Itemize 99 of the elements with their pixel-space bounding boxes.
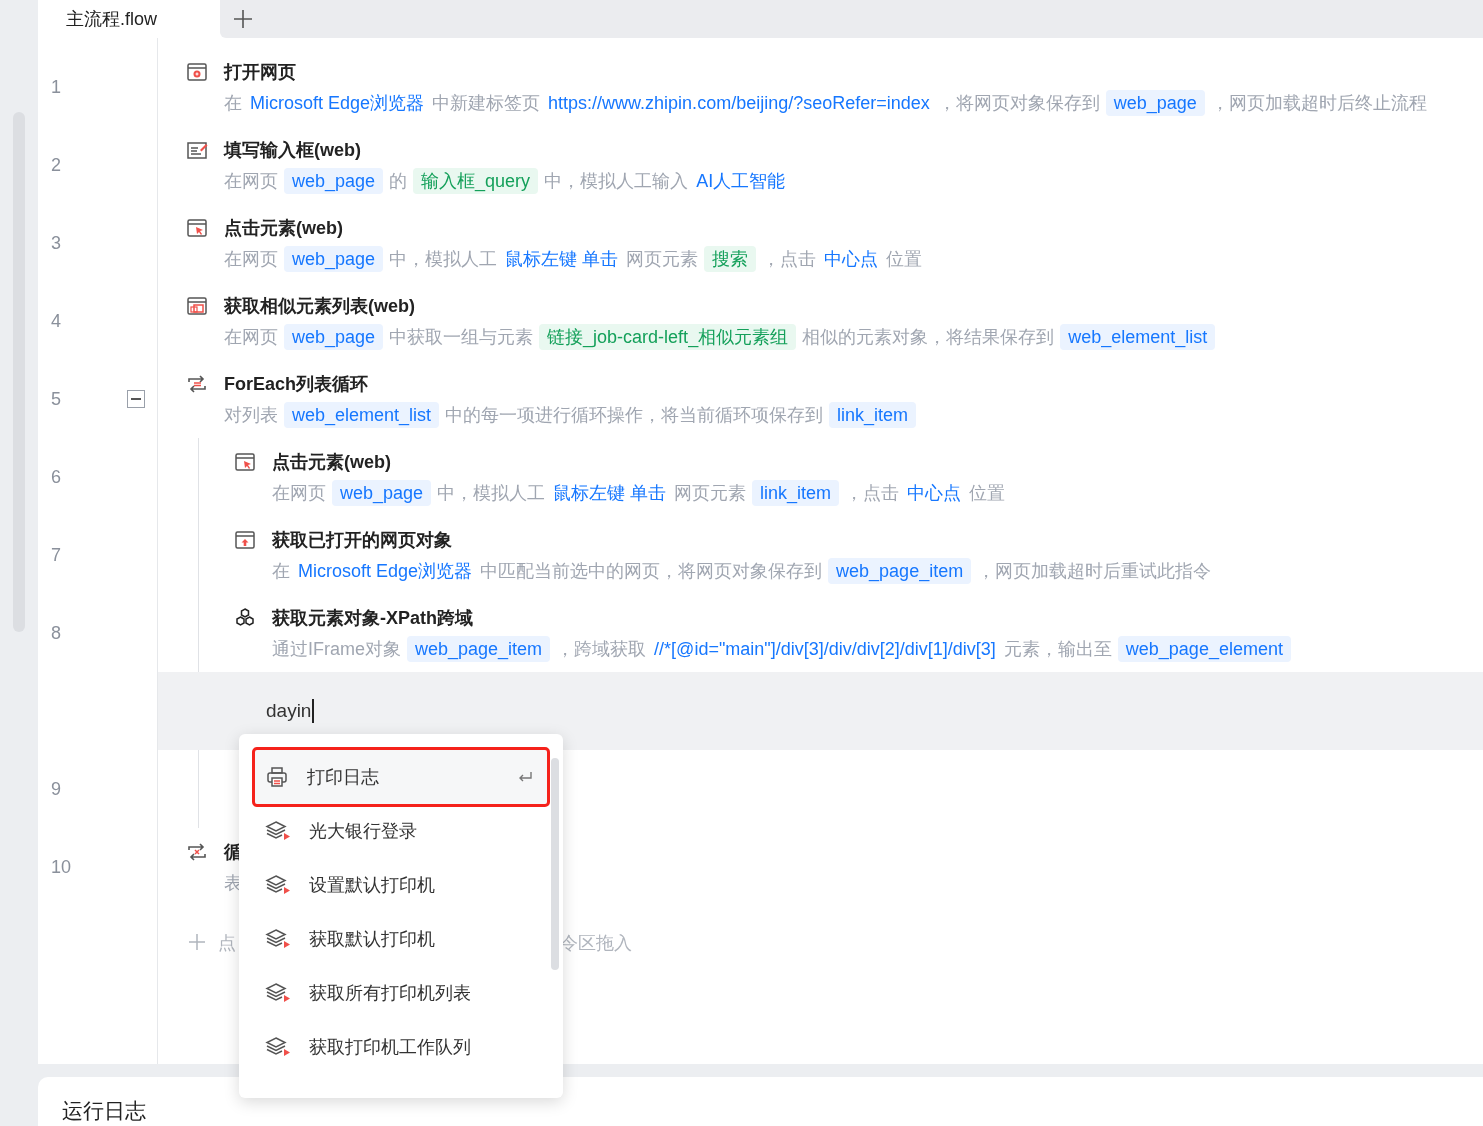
browser-list-icon (186, 295, 208, 317)
variable-tag[interactable]: web_element_list (1060, 324, 1216, 350)
variable-tag[interactable]: web_page (1105, 90, 1205, 116)
command-input[interactable]: dayin (266, 699, 315, 723)
variable-tag[interactable]: web_page (284, 324, 384, 350)
step-title: ForEach列表循环 (224, 373, 370, 396)
description-text: ，跨域获取 (556, 638, 647, 661)
description-text: 中，模拟人工 (437, 482, 546, 505)
variable-tag[interactable]: link_item (829, 402, 917, 428)
layers-icon (265, 819, 291, 843)
line-number: 5 (51, 387, 61, 411)
description-text: 在网页 (224, 326, 278, 349)
description-text: ，点击 (845, 482, 900, 505)
variable-tag[interactable]: web_page (284, 246, 384, 272)
variable-tag[interactable]: web_page_item (407, 636, 551, 662)
step-title: 获取相似元素列表(web) (224, 295, 416, 318)
description-text: 在网页 (272, 482, 326, 505)
suggestion-item[interactable]: 获取默认打印机 (255, 912, 547, 966)
description-text: ，点击 (762, 248, 817, 271)
parameter-value[interactable]: AI人工智能 (696, 168, 786, 194)
parameter-value[interactable]: 鼠标左键 单击 (505, 246, 619, 272)
layers-icon (265, 927, 291, 951)
description-text: 对列表 (224, 404, 278, 427)
parameter-value[interactable]: 鼠标左键 单击 (553, 480, 667, 506)
printer-icon (265, 765, 289, 789)
parameter-value[interactable]: https://www.zhipin.com/beijing/?seoRefer=index (548, 90, 930, 116)
variable-tag[interactable]: web_element_list (284, 402, 440, 428)
enter-key-icon (517, 770, 533, 784)
description-text: 在网页 (224, 170, 278, 193)
description-text: 中新建标签页 (432, 92, 541, 115)
line-number: 2 (51, 153, 61, 177)
variable-tag[interactable]: web_page_item (828, 558, 972, 584)
description-text: 相似的元素对象，将结果保存到 (802, 326, 1055, 349)
step-title: 填写输入框(web) (224, 139, 362, 162)
log-panel-title: 运行日志 (62, 1098, 146, 1122)
step-title: 点击元素(web) (224, 217, 344, 240)
suggestion-item[interactable]: 打印日志 (255, 750, 547, 804)
add-icon[interactable] (188, 933, 206, 951)
hexagons-icon (234, 607, 256, 629)
step-title: 点击元素(web) (272, 451, 392, 474)
layers-icon (265, 981, 291, 1005)
browser-add-icon (186, 61, 208, 83)
description-text: 通过IFrame对象 (272, 638, 401, 661)
description-text: ，网页加载超时后终止流程 (1210, 92, 1427, 115)
loop-stop-icon (186, 841, 208, 863)
parameter-value[interactable]: //*[@id="main"]/div[3]/div/div[2]/div[1]/div[3] (654, 636, 996, 662)
line-number: 8 (51, 621, 61, 645)
browser-click-icon (234, 451, 256, 473)
variable-tag[interactable]: web_page (284, 168, 384, 194)
element-tag[interactable]: 输入框_query (413, 168, 539, 194)
parameter-value[interactable]: 中心点 (907, 480, 962, 506)
step-title: 获取元素对象-XPath跨域 (272, 607, 474, 630)
description-text: 位置 (886, 248, 923, 271)
dropdown-scrollbar[interactable] (551, 758, 559, 970)
description-text: 网页元素 (626, 248, 699, 271)
line-number: 1 (51, 75, 61, 99)
suggestion-item[interactable]: 设置默认打印机 (255, 858, 547, 912)
description-text: 的 (389, 170, 408, 193)
suggestion-item[interactable]: 获取所有打印机列表 (255, 966, 547, 1020)
step-title: 获取已打开的网页对象 (272, 529, 453, 552)
suggestion-item[interactable]: 光大银行登录 (255, 804, 547, 858)
element-tag[interactable]: 链接_job-card-left_相似元素组 (539, 324, 797, 350)
line-number: 10 (51, 855, 72, 879)
variable-tag[interactable]: web_page (332, 480, 432, 506)
description-text: 在网页 (224, 248, 278, 271)
line-number: 7 (51, 543, 61, 567)
parameter-value[interactable]: 中心点 (824, 246, 879, 272)
line-number: 9 (51, 777, 61, 801)
layers-icon (265, 873, 291, 897)
variable-tag[interactable]: web_page_element (1117, 636, 1291, 662)
description-text: ，将网页对象保存到 (937, 92, 1100, 115)
parameter-value[interactable]: Microsoft Edge浏览器 (298, 558, 473, 584)
layers-icon (265, 1035, 291, 1059)
browser-upload-icon (234, 529, 256, 551)
add-step-hint[interactable]: 点 (218, 930, 236, 957)
line-number: 3 (51, 231, 61, 255)
description-text: 位置 (969, 482, 1006, 505)
line-number: 6 (51, 465, 61, 489)
variable-tag[interactable]: link_item (752, 480, 840, 506)
description-text: 在 (224, 92, 242, 115)
description-text: ，网页加载超时后重试此指令 (977, 560, 1212, 583)
description-text: 中的每一项进行循环操作，将当前循环项保存到 (445, 404, 824, 427)
line-number: 4 (51, 309, 61, 333)
element-tag[interactable]: 搜索 (704, 246, 757, 272)
description-text: 中匹配当前选中的网页，将网页对象保存到 (480, 560, 823, 583)
step-title: 打开网页 (224, 61, 297, 84)
edit-form-icon (186, 139, 208, 161)
suggestion-item[interactable]: 获取打印机工作队列 (255, 1020, 547, 1074)
description-text: 在 (272, 560, 290, 583)
description-text: 元素，输出至 (1003, 638, 1112, 661)
browser-click-icon (186, 217, 208, 239)
add-tab-icon[interactable] (232, 8, 254, 30)
description-text: 网页元素 (674, 482, 747, 505)
description-text: 中，模拟人工输入 (544, 170, 689, 193)
parameter-value[interactable]: Microsoft Edge浏览器 (250, 90, 425, 116)
description-text: 中获取一组与元素 (389, 326, 534, 349)
loop-icon (186, 373, 208, 395)
collapse-button[interactable] (127, 390, 145, 408)
description-text: 中，模拟人工 (389, 248, 498, 271)
